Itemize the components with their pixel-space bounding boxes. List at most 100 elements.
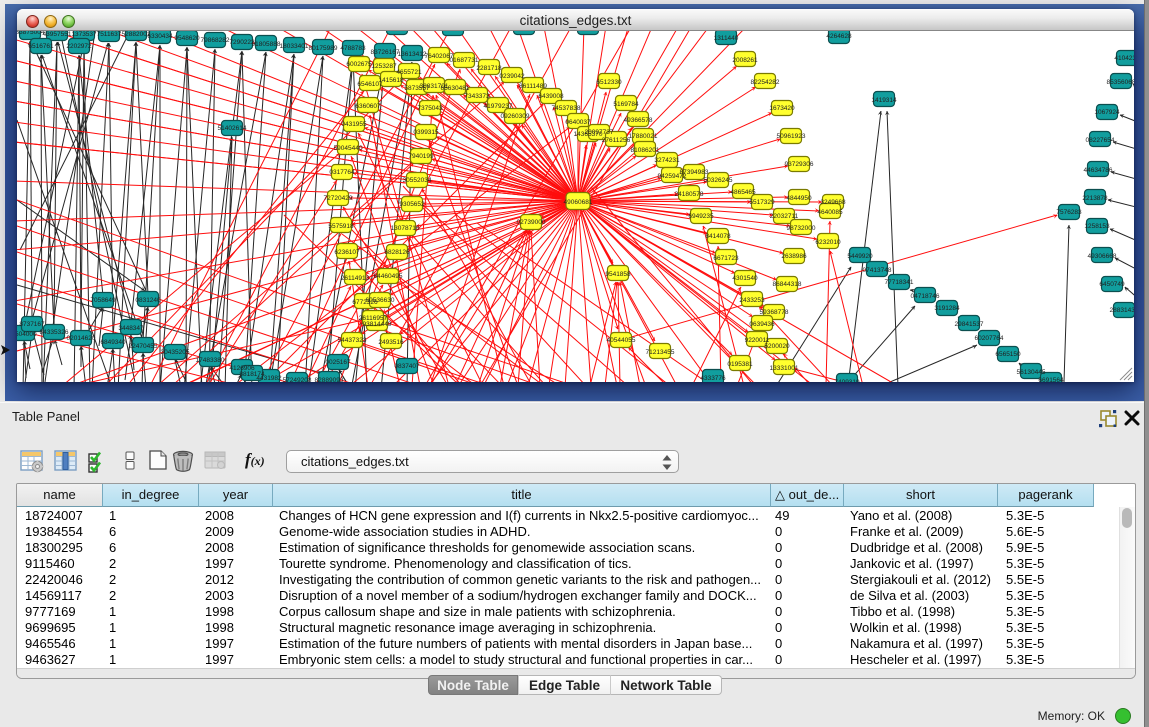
svg-text:0239042: 0239042 [499,73,525,80]
svg-text:13613412: 13613412 [398,51,427,58]
svg-text:43957551: 43957551 [43,31,72,38]
svg-text:82889093: 82889093 [315,377,344,382]
svg-text:0431955: 0431955 [341,121,367,128]
svg-text:0399315: 0399315 [413,129,439,136]
svg-text:7576283: 7576283 [1056,209,1082,216]
svg-text:28831436: 28831436 [1110,307,1134,314]
svg-text:5575918: 5575918 [328,223,354,230]
svg-text:93814449: 93814449 [363,321,392,328]
svg-text:13331001: 13331001 [770,365,799,372]
svg-text:1419314: 1419314 [871,97,897,104]
svg-text:72720429: 72720429 [324,195,353,202]
svg-text:6330434: 6330434 [147,33,173,40]
svg-text:6439008: 6439008 [538,93,564,100]
svg-text:3191284: 3191284 [934,305,960,312]
svg-text:01687731: 01687731 [450,57,479,64]
svg-text:8737167: 8737167 [19,321,45,328]
svg-text:6565150: 6565150 [995,351,1021,358]
svg-text:0640037: 0640037 [565,119,591,126]
svg-text:6516761: 6516761 [28,43,54,50]
svg-text:6949235: 6949235 [688,213,714,220]
svg-text:4844950: 4844950 [786,195,812,202]
svg-text:49060681: 49060681 [564,199,593,206]
svg-text:74537838: 74537838 [552,105,581,112]
svg-text:1311440: 1311440 [714,35,739,42]
svg-text:93729306: 93729306 [785,161,814,168]
svg-text:18033401: 18033401 [280,43,309,50]
svg-text:85356068: 85356068 [1107,79,1134,86]
svg-text:27611256: 27611256 [602,137,631,144]
svg-text:26116957: 26116957 [359,315,388,322]
svg-text:1673420: 1673420 [769,105,795,112]
svg-text:49366578: 49366578 [624,117,653,124]
svg-text:0831240: 0831240 [135,297,161,304]
svg-text:20097737: 20097737 [585,129,614,136]
svg-text:30435205: 30435205 [161,349,190,356]
svg-text:4504000: 4504000 [17,331,37,338]
svg-text:1067924: 1067924 [1094,109,1120,116]
svg-text:9305652: 9305652 [399,201,425,208]
svg-text:40544055: 40544055 [607,337,636,344]
svg-text:44634786: 44634786 [1084,167,1113,174]
svg-text:2202972: 2202972 [66,43,92,50]
svg-text:8414078: 8414078 [705,233,731,240]
svg-text:1258153: 1258153 [1084,223,1110,230]
svg-text:77718341: 77718341 [885,279,914,286]
svg-text:4301540: 4301540 [732,275,758,282]
svg-text:6512330: 6512330 [596,79,622,86]
svg-text:70658948: 70658948 [574,31,603,32]
svg-text:4104234: 4104234 [1114,55,1134,62]
svg-text:0195381: 0195381 [727,361,753,368]
svg-text:71213455: 71213455 [646,349,675,356]
svg-text:60536630: 60536630 [366,297,395,304]
svg-text:6450749: 6450749 [1099,281,1125,288]
svg-text:22032711: 22032711 [770,213,799,220]
svg-text:86111489: 86111489 [519,83,547,90]
svg-text:9541858: 9541858 [605,271,631,278]
svg-text:6828126: 6828126 [384,249,410,256]
svg-text:29841537: 29841537 [955,321,984,328]
svg-text:5169784: 5169784 [613,101,639,108]
svg-text:50326245: 50326245 [704,177,733,184]
svg-text:81086201: 81086201 [631,147,660,154]
svg-text:80175989: 80175989 [309,45,338,52]
svg-text:41979237: 41979237 [484,103,513,110]
svg-text:0317764: 0317764 [329,169,355,176]
svg-text:4264628: 4264628 [826,33,852,40]
svg-text:2213878: 2213878 [1082,195,1108,202]
svg-text:04718746: 04718746 [911,293,940,300]
svg-text:4640085: 4640085 [817,209,843,216]
svg-text:79868282: 79868282 [201,37,230,44]
svg-text:02739000: 02739000 [517,219,546,226]
svg-text:6360607: 6360607 [355,103,381,110]
svg-text:3274231: 3274231 [654,157,680,164]
svg-text:1373537: 1373537 [71,31,97,38]
svg-text:26114913: 26114913 [341,275,370,282]
svg-text:64460495: 64460495 [374,273,403,280]
svg-text:5515058: 5515058 [511,31,537,32]
svg-text:4865465: 4865465 [730,189,756,196]
svg-text:6232010: 6232010 [815,239,841,246]
svg-text:8818174: 8818174 [239,371,265,378]
svg-text:60207764: 60207764 [975,335,1004,342]
svg-text:6691564: 6691564 [1038,377,1064,382]
svg-text:7940199: 7940199 [408,153,434,160]
svg-text:38831701: 38831701 [420,83,449,90]
svg-text:82254282: 82254282 [751,79,780,86]
svg-text:07413748: 07413748 [863,267,892,274]
svg-text:13078716: 13078716 [391,225,420,232]
svg-text:4655721: 4655721 [396,69,422,76]
svg-text:54437323: 54437323 [338,337,367,344]
svg-text:2433253: 2433253 [739,297,765,304]
svg-text:56130445: 56130445 [1017,369,1046,376]
svg-text:4788783: 4788783 [340,45,366,52]
svg-text:33875004: 33875004 [17,31,45,36]
svg-text:4333776: 4333776 [700,375,726,382]
svg-text:2493516: 2493516 [378,339,404,346]
svg-text:5517329: 5517329 [749,199,775,206]
svg-text:6671723: 6671723 [713,255,739,262]
svg-text:7409319: 7409319 [834,379,860,382]
svg-text:51402614: 51402614 [218,125,247,132]
svg-text:9548620: 9548620 [174,35,200,42]
svg-text:24180578: 24180578 [675,191,704,198]
